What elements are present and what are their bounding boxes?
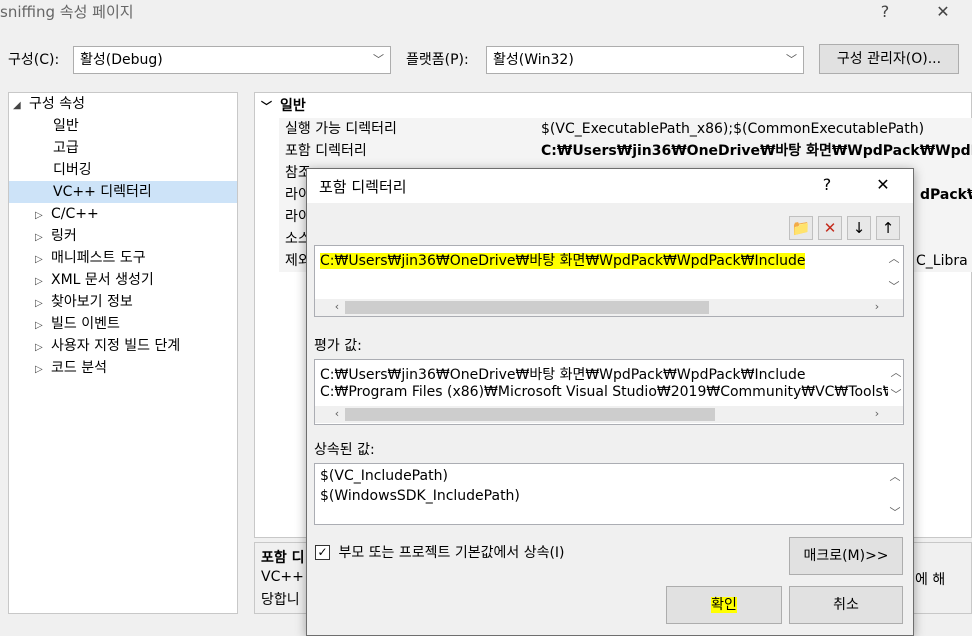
collapsed-triangle-icon: ▷ bbox=[35, 298, 43, 309]
vertical-scrollbar[interactable]: ︿ ﹀ bbox=[886, 246, 903, 298]
tree-item-xml-doc[interactable]: ▷ XML 문서 생성기 bbox=[35, 269, 154, 291]
scroll-right-icon[interactable]: › bbox=[869, 407, 885, 420]
inherited-line: $(WindowsSDK_IncludePath) bbox=[320, 488, 520, 504]
inherit-checkbox-label: 부모 또는 프로젝트 기본값에서 상속(I) bbox=[338, 545, 565, 561]
grid-row[interactable]: 실행 가능 디렉터리 $(VC_ExecutablePath_x86);$(Co… bbox=[279, 118, 972, 140]
dialog-titlebar: 포함 디렉터리 ? ✕ bbox=[307, 169, 913, 203]
move-down-button[interactable]: ↓ bbox=[847, 216, 871, 240]
description-title: 포함 디 bbox=[261, 550, 305, 566]
include-directories-dialog: 포함 디렉터리 ? ✕ 📁 ✕ ↓ ↑ C:₩Users₩jin36₩OneDr… bbox=[306, 168, 914, 636]
platform-combo[interactable]: 활성(Win32) ﹀ bbox=[486, 46, 804, 74]
window-title: sniffing 속성 페이지 bbox=[0, 3, 134, 21]
tree-item-debugging[interactable]: 디버깅 bbox=[53, 159, 92, 181]
evaluated-label: 평가 값: bbox=[314, 338, 362, 354]
scroll-thumb[interactable] bbox=[345, 408, 715, 421]
scroll-up-icon[interactable]: ︿ bbox=[887, 468, 903, 484]
tree-item-code-analysis[interactable]: ▷ 코드 분석 bbox=[35, 357, 107, 379]
evaluated-line: C:₩Program Files (x86)₩Microsoft Visual … bbox=[320, 384, 888, 400]
collapsed-triangle-icon: ▷ bbox=[35, 320, 43, 331]
scroll-thumb[interactable] bbox=[345, 301, 709, 314]
scroll-left-icon[interactable]: ‹ bbox=[329, 407, 345, 420]
expanded-chevron-icon: ﹀ bbox=[261, 100, 272, 113]
delete-icon: ✕ bbox=[823, 219, 837, 237]
dialog-close-button[interactable]: ✕ bbox=[871, 175, 895, 194]
help-button[interactable]: ? bbox=[870, 0, 900, 26]
tree-item-custom-build[interactable]: ▷ 사용자 지정 빌드 단계 bbox=[35, 335, 180, 357]
directory-edit-box[interactable]: C:₩Users₩jin36₩OneDrive₩바탕 화면₩WpdPack₩Wp… bbox=[314, 245, 904, 317]
config-manager-button[interactable]: 구성 관리자(O)... bbox=[819, 44, 959, 74]
chevron-down-icon: ﹀ bbox=[786, 53, 797, 66]
tree-item-manifest[interactable]: ▷ 매니페스트 도구 bbox=[35, 247, 146, 269]
evaluated-values-box: C:₩Users₩jin36₩OneDrive₩바탕 화면₩WpdPack₩Wp… bbox=[314, 359, 904, 425]
tree-root[interactable]: ◢ 구성 속성 bbox=[13, 93, 85, 115]
tree-item-general[interactable]: 일반 bbox=[53, 115, 79, 137]
config-value: 활성(Debug) bbox=[80, 52, 163, 68]
collapsed-triangle-icon: ▷ bbox=[35, 342, 43, 353]
collapsed-triangle-icon: ▷ bbox=[35, 364, 43, 375]
horizontal-scrollbar[interactable]: ‹ › bbox=[315, 299, 903, 316]
scroll-right-icon[interactable]: › bbox=[869, 300, 885, 313]
inherit-checkbox-row[interactable]: ✓ 부모 또는 프로젝트 기본값에서 상속(I) bbox=[315, 542, 565, 562]
scroll-up-icon[interactable]: ︿ bbox=[888, 364, 903, 380]
scroll-down-icon[interactable]: ﹀ bbox=[886, 278, 902, 294]
platform-label: 플랫폼(P): bbox=[406, 52, 469, 68]
description-line: VC++ bbox=[261, 569, 304, 585]
tree-item-cpp[interactable]: ▷ C/C++ bbox=[35, 203, 99, 225]
cancel-button[interactable]: 취소 bbox=[789, 586, 903, 624]
tree-item-browse-info[interactable]: ▷ 찾아보기 정보 bbox=[35, 291, 133, 313]
dialog-help-button[interactable]: ? bbox=[815, 175, 839, 194]
scroll-down-icon[interactable]: ﹀ bbox=[887, 504, 903, 520]
arrow-down-icon: ↓ bbox=[852, 219, 866, 237]
inherited-values-box: $(VC_IncludePath) $(WindowsSDK_IncludePa… bbox=[314, 463, 904, 525]
dialog-title: 포함 디렉터리 bbox=[319, 178, 407, 196]
collapsed-triangle-icon: ▷ bbox=[35, 232, 43, 243]
inherit-checkbox[interactable]: ✓ bbox=[315, 544, 330, 560]
move-up-button[interactable]: ↑ bbox=[876, 216, 900, 240]
description-line: 당합니 bbox=[261, 592, 300, 608]
collapsed-triangle-icon: ▷ bbox=[35, 276, 43, 287]
expanded-triangle-icon: ◢ bbox=[13, 100, 21, 111]
grid-section-general[interactable]: ﹀ 일반 bbox=[261, 95, 306, 117]
chevron-down-icon: ﹀ bbox=[373, 53, 384, 66]
directory-entry[interactable]: C:₩Users₩jin36₩OneDrive₩바탕 화면₩WpdPack₩Wp… bbox=[320, 250, 806, 270]
tree-item-advanced[interactable]: 고급 bbox=[53, 137, 79, 159]
tree-item-build-events[interactable]: ▷ 빌드 이벤트 bbox=[35, 313, 120, 335]
platform-value: 활성(Win32) bbox=[493, 52, 574, 68]
config-label: 구성(C): bbox=[8, 52, 60, 68]
new-folder-icon: 📁 bbox=[791, 219, 811, 237]
scroll-down-icon[interactable]: ﹀ bbox=[888, 386, 903, 402]
close-button[interactable]: ✕ bbox=[928, 0, 958, 26]
macro-button[interactable]: 매크로(M)>> bbox=[789, 537, 903, 575]
description-line: 에 해 bbox=[915, 572, 946, 588]
property-tree: ◢ 구성 속성 일반 고급 디버깅 VC++ 디렉터리 ▷ C/C++ ▷ 링커 ▷ 매… bbox=[8, 92, 238, 614]
config-combo[interactable]: 활성(Debug) ﹀ bbox=[73, 46, 391, 74]
inherited-line: $(VC_IncludePath) bbox=[320, 468, 448, 484]
new-folder-button[interactable]: 📁 bbox=[789, 216, 813, 240]
inherited-label: 상속된 값: bbox=[314, 442, 375, 458]
scroll-up-icon[interactable]: ︿ bbox=[886, 250, 902, 266]
evaluated-line: C:₩Users₩jin36₩OneDrive₩바탕 화면₩WpdPack₩Wp… bbox=[320, 367, 806, 383]
collapsed-triangle-icon: ▷ bbox=[35, 254, 43, 265]
arrow-up-icon: ↑ bbox=[881, 219, 895, 237]
collapsed-triangle-icon: ▷ bbox=[35, 210, 43, 221]
delete-button[interactable]: ✕ bbox=[818, 216, 842, 240]
ok-button[interactable]: 확인 bbox=[666, 586, 782, 624]
grid-row[interactable]: 포함 디렉터리 C:₩Users₩jin36₩OneDrive₩바탕 화면₩Wp… bbox=[279, 140, 972, 162]
horizontal-scrollbar[interactable]: ‹ › bbox=[315, 406, 903, 423]
scroll-left-icon[interactable]: ‹ bbox=[329, 300, 345, 313]
tree-item-vc-directories[interactable]: VC++ 디렉터리 bbox=[9, 181, 237, 203]
tree-item-linker[interactable]: ▷ 링커 bbox=[35, 225, 77, 247]
